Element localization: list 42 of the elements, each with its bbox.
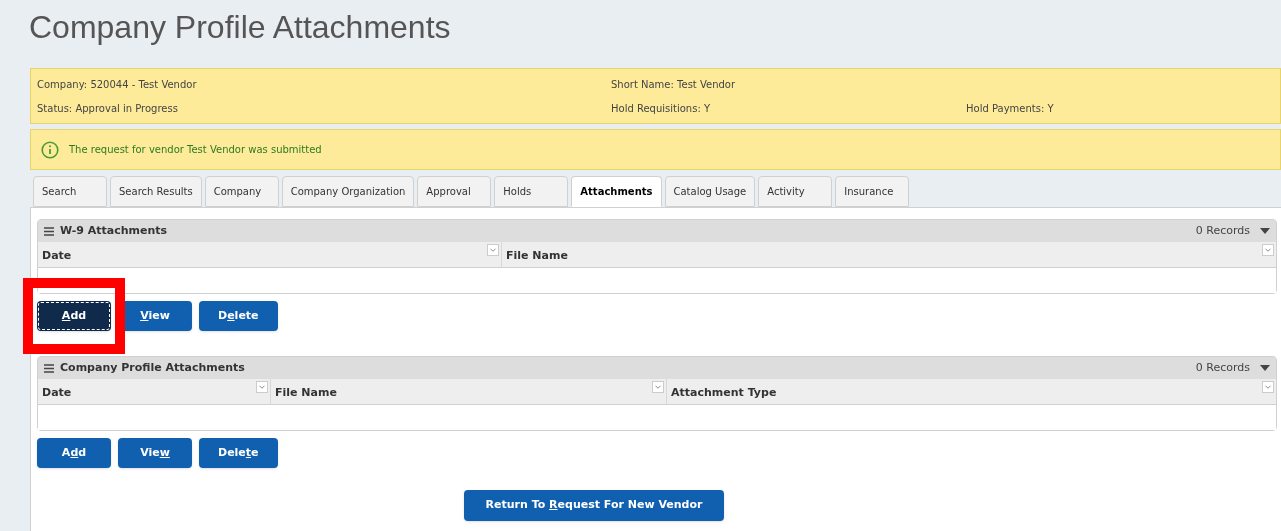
- tab[interactable]: Activity: [758, 176, 833, 207]
- tab[interactable]: Search Results: [110, 176, 202, 207]
- tab[interactable]: Catalog Usage: [664, 176, 756, 207]
- menu-icon[interactable]: [44, 363, 54, 373]
- info-text: Hold Payments: Y: [966, 102, 1054, 114]
- info-text: Status: Approval in Progress: [37, 102, 178, 114]
- panel-title: W-9 Attachments: [60, 222, 168, 239]
- column-header[interactable]: Date: [38, 379, 270, 404]
- tab[interactable]: Insurance: [835, 176, 910, 207]
- chevron-down-icon[interactable]: [1262, 381, 1274, 393]
- column-header[interactable]: File Name: [270, 379, 666, 404]
- column-header[interactable]: Attachment Type: [666, 379, 1276, 404]
- add-button[interactable]: Add: [37, 301, 111, 331]
- tab[interactable]: Company: [204, 176, 279, 207]
- info-icon: [41, 140, 59, 159]
- tab[interactable]: Company Organization: [281, 176, 415, 207]
- delete-button[interactable]: Delete: [199, 301, 278, 331]
- tab[interactable]: Holds: [494, 176, 569, 207]
- tab[interactable]: Attachments: [571, 176, 662, 207]
- chevron-down-icon[interactable]: [487, 244, 499, 256]
- records-count: 0 Records: [1195, 359, 1250, 376]
- column-header[interactable]: File Name: [501, 242, 1276, 267]
- menu-icon[interactable]: [44, 226, 54, 236]
- message-text: The request for vendor Test Vendor was submitted: [69, 143, 322, 157]
- records-count: 0 Records: [1195, 222, 1250, 239]
- return-button[interactable]: Return To Request For New Vendor: [463, 490, 725, 521]
- chevron-down-icon[interactable]: [1262, 244, 1274, 256]
- tab[interactable]: Search: [33, 176, 107, 207]
- chevron-down-icon[interactable]: [256, 381, 268, 393]
- info-text: Hold Requisitions: Y: [611, 102, 711, 114]
- delete-button[interactable]: Delete: [199, 438, 278, 468]
- panel-title: Company Profile Attachments: [60, 359, 245, 376]
- caret-down-icon[interactable]: [1260, 228, 1270, 234]
- add-button[interactable]: Add: [37, 438, 111, 468]
- page-title: Company Profile Attachments: [28, 8, 452, 47]
- tab[interactable]: Approval: [417, 176, 492, 207]
- view-button[interactable]: View: [118, 438, 192, 468]
- info-text: Short Name: Test Vendor: [611, 78, 736, 90]
- info-text: Company: 520044 - Test Vendor: [37, 78, 197, 90]
- caret-down-icon[interactable]: [1260, 365, 1270, 371]
- column-header[interactable]: Date: [38, 242, 501, 267]
- chevron-down-icon[interactable]: [652, 381, 664, 393]
